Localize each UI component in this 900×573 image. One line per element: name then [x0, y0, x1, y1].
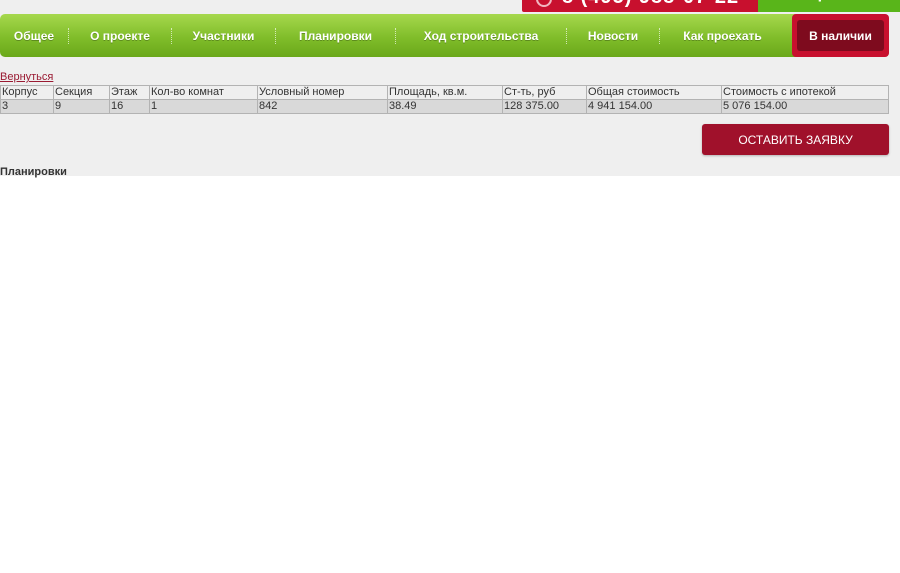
nav-item-layouts[interactable]: Планировки — [276, 14, 395, 57]
table-cell: 4 941 154.00 — [586, 99, 722, 114]
section-title-layouts: Планировки — [0, 166, 67, 178]
nav-item-directions[interactable]: Как проехать — [660, 14, 785, 57]
header-green-block[interactable]: + — [758, 0, 900, 12]
table-row: 3 9 16 1 842 38.49 128 375.00 4 941 154.… — [0, 99, 889, 114]
phone-icon — [536, 0, 552, 7]
table-cell: 1 — [149, 99, 258, 114]
table-cell: 16 — [109, 99, 150, 114]
column-header: Этаж — [109, 85, 150, 100]
column-header: Стоимость с ипотекой — [721, 85, 889, 100]
column-header: Ст-ть, руб — [502, 85, 587, 100]
column-header: Корпус — [0, 85, 54, 100]
table-cell: 9 — [53, 99, 110, 114]
table-cell: 3 — [0, 99, 54, 114]
table-cell: 38.49 — [387, 99, 503, 114]
submit-request-button[interactable]: ОСТАВИТЬ ЗАЯВКУ — [702, 124, 889, 155]
column-header: Секция — [53, 85, 110, 100]
table-cell: 128 375.00 — [502, 99, 587, 114]
column-header: Общая стоимость — [586, 85, 722, 100]
nav-active-frame: В наличии — [792, 14, 889, 57]
header-phone-block[interactable]: 8 (495) 988-07-22 — [522, 0, 758, 12]
table-cell: 842 — [257, 99, 388, 114]
nav-item-about[interactable]: О проекте — [69, 14, 171, 57]
header-green-text: + — [814, 0, 826, 9]
apartment-table: Корпус Секция Этаж Кол-во комнат Условны… — [0, 85, 889, 114]
table-cell: 5 076 154.00 — [721, 99, 889, 114]
back-link[interactable]: Вернуться — [0, 71, 53, 83]
header-phone-text: 8 (495) 988-07-22 — [562, 0, 739, 9]
table-header-row: Корпус Секция Этаж Кол-во комнат Условны… — [0, 85, 889, 100]
column-header: Площадь, кв.м. — [387, 85, 503, 100]
nav-item-available[interactable]: В наличии — [797, 20, 884, 51]
nav-item-news[interactable]: Новости — [567, 14, 659, 57]
nav-item-construction[interactable]: Ход строительства — [396, 14, 566, 57]
nav-item-participants[interactable]: Участники — [172, 14, 275, 57]
column-header: Кол-во комнат — [149, 85, 258, 100]
main-navigation: Общее О проекте Участники Планировки Ход… — [0, 14, 889, 57]
column-header: Условный номер — [257, 85, 388, 100]
nav-item-general[interactable]: Общее — [0, 14, 68, 57]
